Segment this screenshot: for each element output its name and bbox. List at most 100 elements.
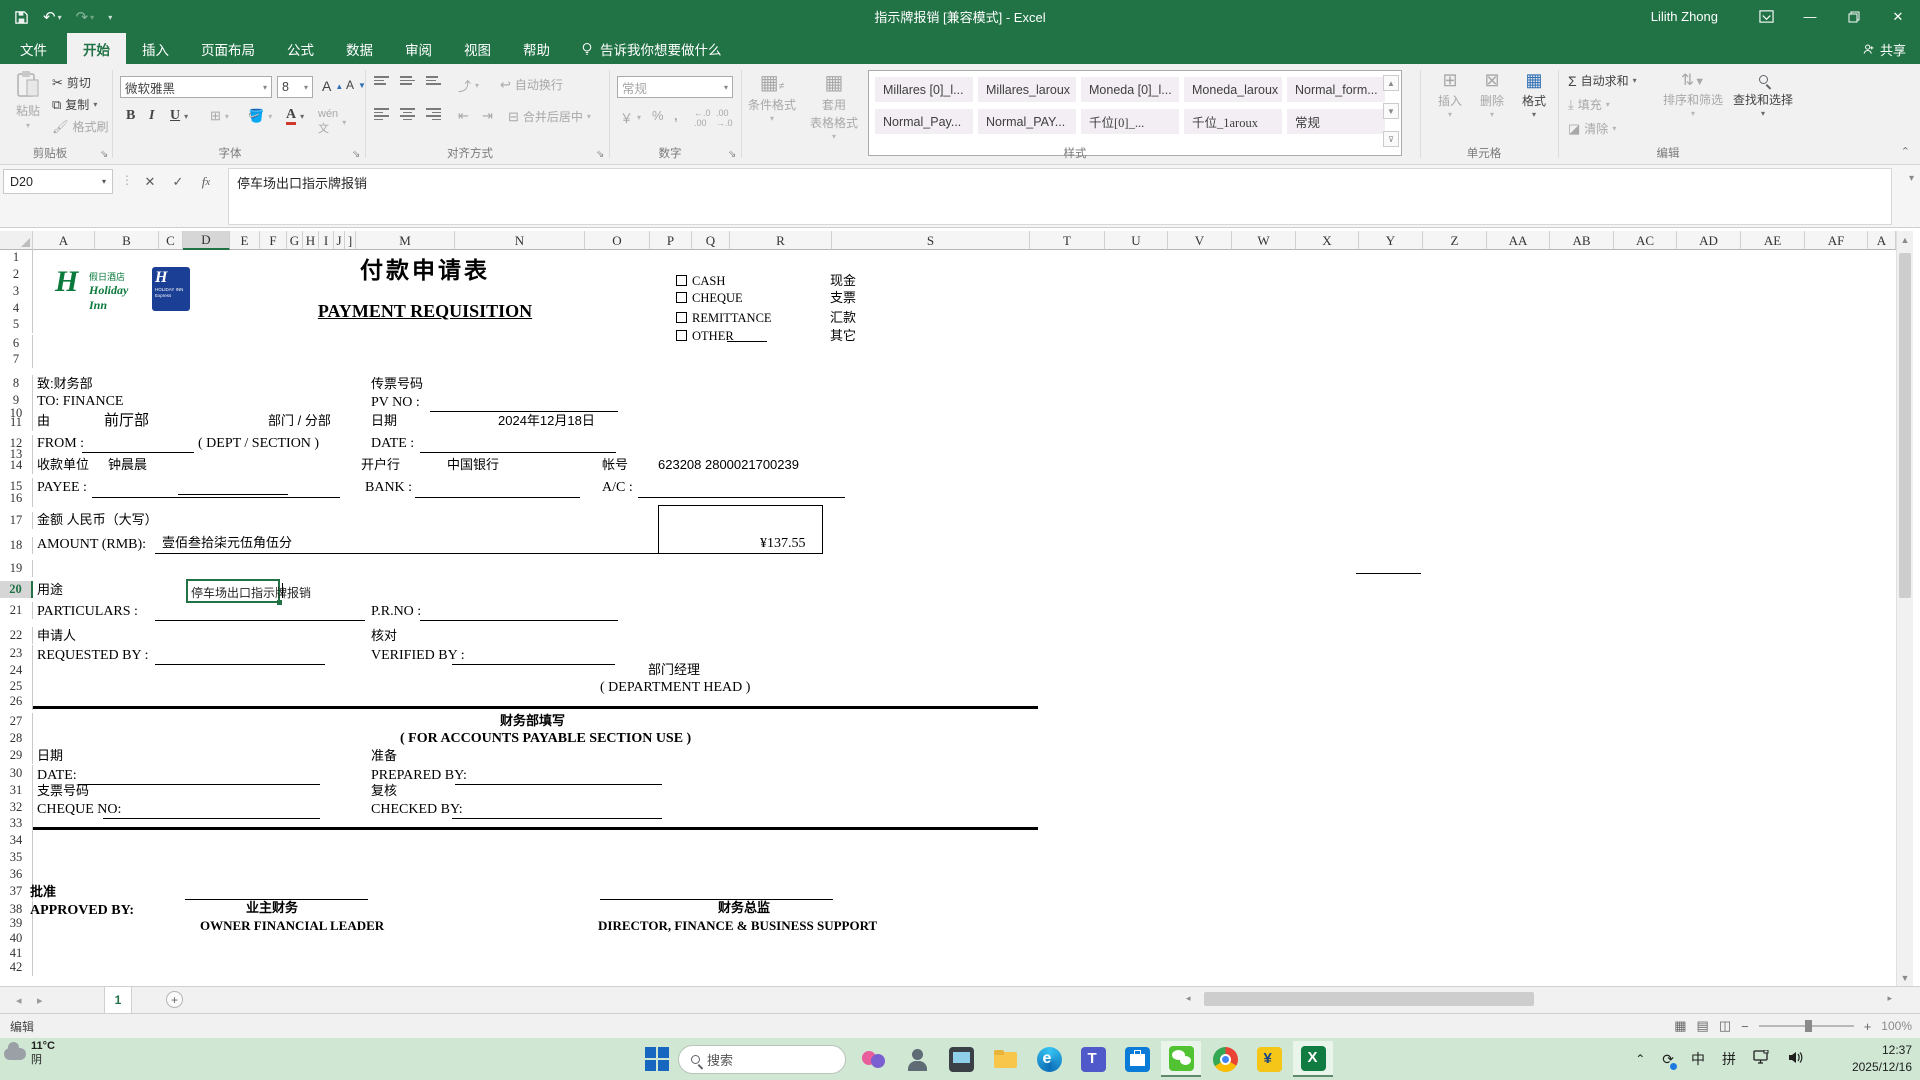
row-header-7[interactable]: 7 xyxy=(0,351,33,368)
taskbar-app-finance[interactable]: ¥ xyxy=(1249,1041,1289,1077)
row-header-20[interactable]: 20 xyxy=(0,581,33,598)
column-header-Z[interactable]: Z xyxy=(1423,231,1487,250)
tab-公式[interactable]: 公式 xyxy=(271,33,330,64)
merge-center-button[interactable]: ⊟ 合并后居中 ▾ xyxy=(508,108,591,125)
number-dialog-launcher[interactable]: ⇘ xyxy=(728,149,736,160)
wrap-text-button[interactable]: ↩ 自动换行 xyxy=(500,76,563,93)
tab-file[interactable]: 文件 xyxy=(0,33,67,64)
row-header-24[interactable]: 24 xyxy=(0,662,33,679)
checkbox-cash[interactable] xyxy=(676,275,687,286)
taskbar-app-file-explorer[interactable] xyxy=(985,1041,1025,1077)
taskbar-clock[interactable]: 12:37 2025/12/16 xyxy=(1852,1042,1912,1076)
column-header-P[interactable]: P xyxy=(650,231,692,250)
row-header-22[interactable]: 22 xyxy=(0,627,33,644)
top-align-button[interactable] xyxy=(374,76,389,85)
row-header-29[interactable]: 29 xyxy=(0,747,33,764)
shrink-font-button[interactable]: A ▼ xyxy=(346,78,366,92)
checkbox-remittance[interactable] xyxy=(676,312,687,323)
font-size-combo[interactable]: 8 ▾ xyxy=(277,76,313,98)
page-layout-view-button[interactable]: ▤ xyxy=(1697,1018,1709,1034)
column-header-F[interactable]: F xyxy=(260,231,287,250)
row-header-32[interactable]: 32 xyxy=(0,799,33,816)
paste-button[interactable]: 粘贴 ▾ xyxy=(6,70,50,130)
row-header-35[interactable]: 35 xyxy=(0,849,33,866)
row-header-31[interactable]: 31 xyxy=(0,782,33,799)
taskbar-app-people[interactable] xyxy=(853,1041,893,1077)
tab-数据[interactable]: 数据 xyxy=(330,33,389,64)
column-header-W[interactable]: W xyxy=(1232,231,1296,250)
row-header-17[interactable]: 17 xyxy=(0,512,33,529)
row-header-5[interactable]: 5 xyxy=(0,316,33,333)
vertical-scroll-thumb[interactable] xyxy=(1899,253,1911,598)
styles-scroll-up[interactable]: ▲ xyxy=(1383,75,1399,91)
ime-language-indicator[interactable]: 中 xyxy=(1691,1049,1705,1069)
align-center-button[interactable] xyxy=(400,108,415,120)
column-header-AD[interactable]: AD xyxy=(1677,231,1741,250)
formula-bar-expand-icon[interactable]: ▾ xyxy=(1909,173,1914,184)
weather-widget[interactable]: 11°C 阴 xyxy=(4,1040,55,1068)
conditional-formatting-button[interactable]: ▦≠ 条件格式 ▾ xyxy=(746,70,798,123)
restore-button[interactable] xyxy=(1832,0,1876,33)
underline-button[interactable]: U ▾ xyxy=(170,108,188,124)
sheet-tab-1[interactable]: 1 xyxy=(104,987,132,1013)
column-header-A[interactable]: A xyxy=(33,231,95,250)
column-header-AA[interactable]: AA xyxy=(1487,231,1550,250)
row-header-6[interactable]: 6 xyxy=(0,335,33,352)
column-header-Y[interactable]: Y xyxy=(1359,231,1423,250)
tab-开始[interactable]: 开始 xyxy=(67,33,126,64)
horizontal-scroll-thumb[interactable] xyxy=(1204,992,1534,1006)
increase-decimal-button[interactable]: ←.0.00 xyxy=(694,108,711,128)
select-all-button[interactable] xyxy=(0,231,33,250)
new-sheet-button[interactable]: + xyxy=(166,991,183,1008)
grow-font-button[interactable]: A ▲ xyxy=(322,78,343,94)
cell-style-Moneda_laroux[interactable]: Moneda_laroux xyxy=(1184,77,1282,102)
minimize-button[interactable]: — xyxy=(1788,0,1832,33)
formula-input[interactable]: 停车场出口指示牌报销 xyxy=(228,168,1892,225)
column-header-AB[interactable]: AB xyxy=(1550,231,1614,250)
sheet-nav-prev-icon[interactable]: ◂ xyxy=(16,994,22,1007)
horizontal-scrollbar[interactable]: ◂ ▸ xyxy=(1186,991,1892,1008)
row-header-1[interactable]: 1 xyxy=(0,249,33,266)
middle-align-button[interactable] xyxy=(400,76,415,85)
font-name-combo[interactable]: 微软雅黑 ▾ xyxy=(120,76,272,98)
clipboard-dialog-launcher[interactable]: ⇘ xyxy=(100,149,108,160)
taskbar-app-chrome[interactable] xyxy=(1205,1041,1245,1077)
row-header-16[interactable]: 16 xyxy=(0,490,33,507)
column-header-O[interactable]: O xyxy=(585,231,650,250)
decrease-indent-button[interactable]: ⇤ xyxy=(458,108,469,124)
normal-view-button[interactable]: ▦ xyxy=(1674,1018,1686,1034)
column-header-Q[interactable]: Q xyxy=(692,231,730,250)
column-header-AC[interactable]: AC xyxy=(1614,231,1677,250)
taskbar-app-contact[interactable] xyxy=(897,1041,937,1077)
sync-icon[interactable]: ⟳ xyxy=(1662,1051,1677,1070)
column-header-D[interactable]: D xyxy=(183,231,230,250)
row-header-27[interactable]: 27 xyxy=(0,713,33,730)
column-header-B[interactable]: B xyxy=(95,231,159,250)
font-color-button[interactable]: A ▾ xyxy=(286,108,304,125)
accounting-format-button[interactable]: ￥ ▾ xyxy=(620,108,641,127)
zoom-slider[interactable] xyxy=(1758,1020,1854,1032)
zoom-in-button[interactable]: + xyxy=(1864,1019,1872,1034)
tab-插入[interactable]: 插入 xyxy=(126,33,185,64)
fill-color-button[interactable]: 🪣 ▾ xyxy=(248,108,272,124)
ime-mode-indicator[interactable]: 拼 xyxy=(1722,1049,1736,1069)
taskbar-app-wechat[interactable] xyxy=(1161,1041,1201,1077)
scroll-right-arrow[interactable]: ▸ xyxy=(1887,993,1892,1004)
row-header-33[interactable]: 33 xyxy=(0,815,33,832)
cell-style-Millares_laroux[interactable]: Millares_laroux xyxy=(978,77,1076,102)
row-header-11[interactable]: 11 xyxy=(0,414,33,431)
orientation-button[interactable]: ⤴ ▾ xyxy=(458,76,479,95)
row-header-37[interactable]: 37 xyxy=(0,883,33,900)
tray-overflow-icon[interactable]: ⌃ xyxy=(1635,1052,1645,1066)
row-header-18[interactable]: 18 xyxy=(0,537,33,554)
sort-filter-button[interactable]: ⇅▼ 排序和筛选 ▾ xyxy=(1662,70,1724,118)
checkbox-other[interactable] xyxy=(676,330,687,341)
row-header-8[interactable]: 8 xyxy=(0,375,33,392)
zoom-out-button[interactable]: − xyxy=(1741,1019,1749,1034)
tab-帮助[interactable]: 帮助 xyxy=(507,33,566,64)
comma-style-button[interactable]: , xyxy=(674,108,678,123)
cell-style-Normal_form...[interactable]: Normal_form... xyxy=(1287,77,1385,102)
column-header-U[interactable]: U xyxy=(1105,231,1168,250)
sheet-area[interactable] xyxy=(0,228,1920,986)
row-header-26[interactable]: 26 xyxy=(0,693,33,710)
